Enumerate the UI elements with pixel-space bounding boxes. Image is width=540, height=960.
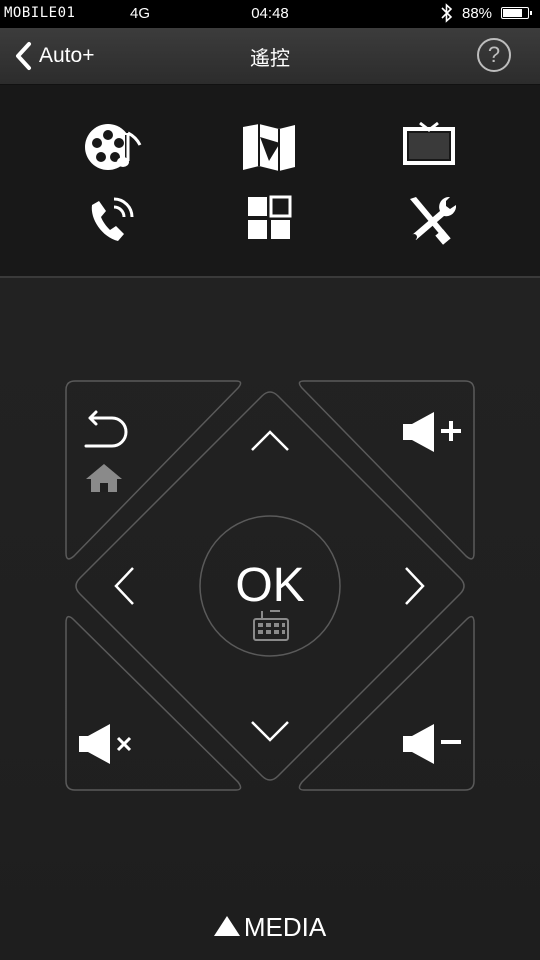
back-home-button[interactable] xyxy=(66,381,186,501)
battery-fill xyxy=(503,9,523,17)
phone-menu-item[interactable] xyxy=(80,189,150,249)
phone-call-icon xyxy=(91,197,134,241)
remote-pad: OK MEDIA xyxy=(0,278,540,960)
map-icon xyxy=(243,124,295,171)
battery-icon xyxy=(501,7,532,19)
tv-menu-item[interactable] xyxy=(394,117,464,177)
status-time: 04:48 xyxy=(251,5,289,22)
apps-menu-item[interactable] xyxy=(234,189,304,249)
tools-icon xyxy=(410,196,457,245)
help-button[interactable]: ? xyxy=(477,38,511,72)
volume-down-button[interactable] xyxy=(354,670,474,790)
function-menu xyxy=(0,85,540,278)
bluetooth-icon xyxy=(441,3,453,23)
nav-bar: Auto+ 遙控 ? xyxy=(0,28,540,85)
tv-icon xyxy=(403,121,455,165)
settings-menu-item[interactable] xyxy=(394,189,464,249)
dpad-down-button[interactable] xyxy=(225,683,315,773)
media-menu-item[interactable] xyxy=(80,117,150,177)
dpad-left-button[interactable] xyxy=(90,541,190,631)
media-toggle[interactable]: MEDIA xyxy=(0,912,540,943)
ok-button[interactable] xyxy=(205,521,335,651)
film-music-icon xyxy=(85,124,142,170)
status-bar: MOBILE01 4G 04:48 88% xyxy=(0,0,540,28)
mute-button[interactable] xyxy=(66,670,186,790)
page-title: 遙控 xyxy=(250,48,290,70)
dpad-right-button[interactable] xyxy=(350,541,450,631)
volume-up-button[interactable] xyxy=(354,381,474,501)
battery-percent: 88% xyxy=(462,5,493,22)
dpad-up-button[interactable] xyxy=(225,403,315,493)
map-menu-item[interactable] xyxy=(234,117,304,177)
triangle-up-icon xyxy=(213,916,240,936)
media-label: MEDIA xyxy=(243,912,327,942)
grid-apps-icon xyxy=(248,195,292,239)
